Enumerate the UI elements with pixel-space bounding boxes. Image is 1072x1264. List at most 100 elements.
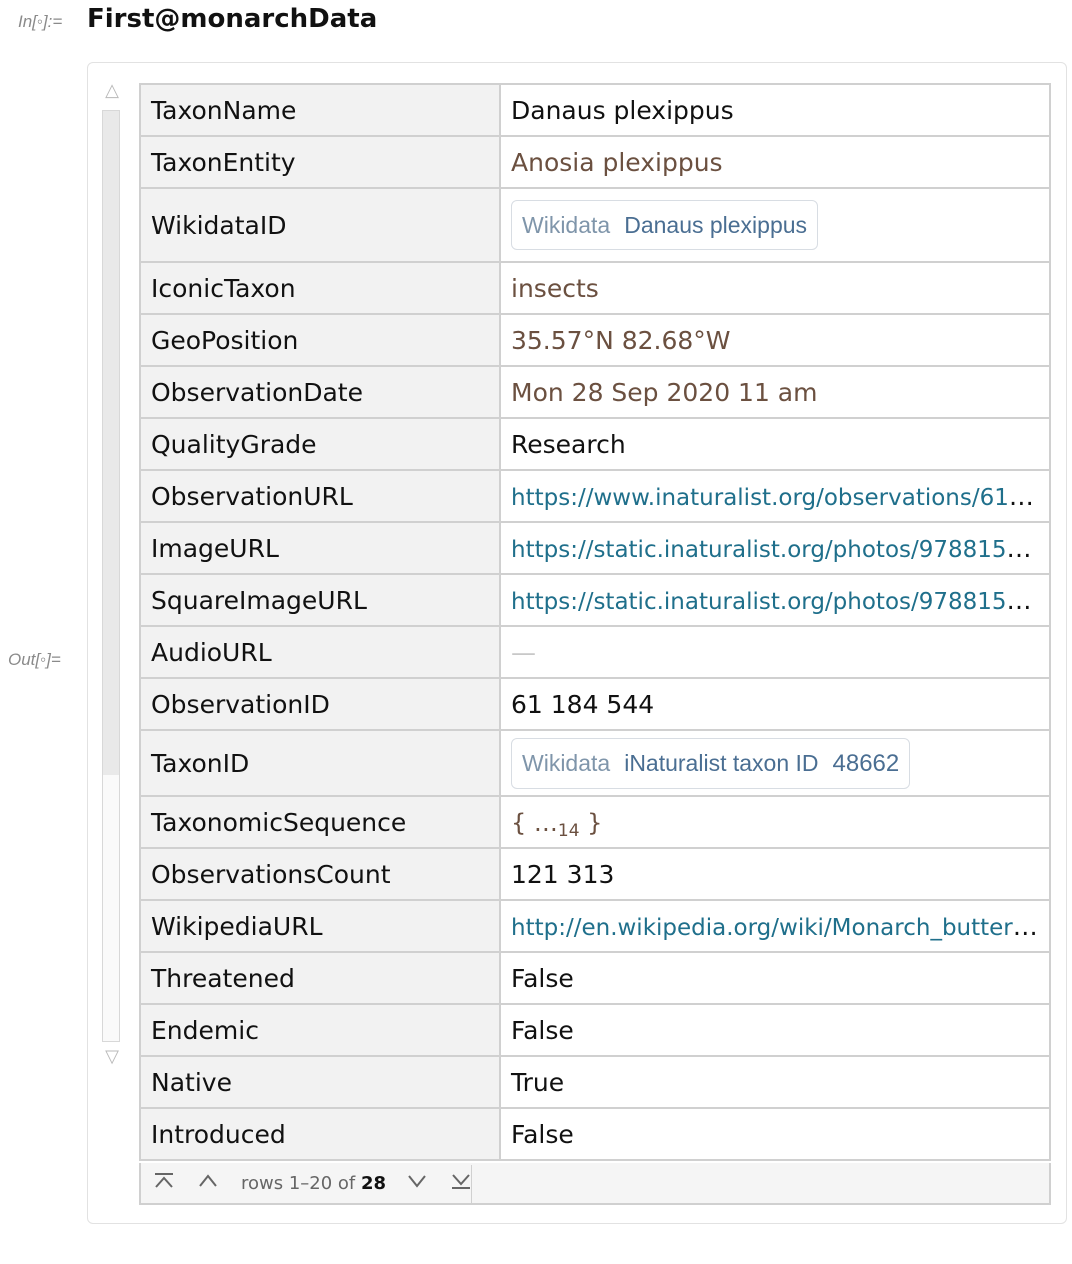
table-row: AudioURL — (139, 625, 1051, 679)
wikidata-tag: Wikidata (522, 212, 611, 238)
row-value: — (499, 625, 1051, 679)
table-row: ObservationDate Mon 28 Sep 2020 11 am (139, 365, 1051, 419)
next-page-icon[interactable] (406, 1171, 428, 1195)
row-key: ObservationURL (139, 469, 501, 523)
table-row: WikidataID Wikidata Danaus plexippus (139, 187, 1051, 263)
url-link[interactable]: https://static.inaturalist.org/photos/97… (511, 586, 1048, 615)
row-value: Anosia plexippus (499, 135, 1051, 189)
plain-value: 61 184 544 (511, 689, 655, 719)
row-value: https://static.inaturalist.org/photos/97… (499, 573, 1051, 627)
previous-page-icon[interactable] (197, 1171, 219, 1195)
row-value: Wikidata Danaus plexippus (499, 187, 1051, 263)
pagination-bar: rows 1–20 of 28 (139, 1163, 1051, 1205)
output-cell-label: Out[◦]= (8, 650, 61, 669)
plain-value: Research (511, 429, 626, 459)
vertical-scrollbar[interactable] (102, 110, 120, 1042)
row-key: ObservationID (139, 677, 501, 731)
table-row: Threatened False (139, 951, 1051, 1005)
row-key: SquareImageURL (139, 573, 501, 627)
plain-value: False (511, 1015, 574, 1045)
row-value: 35.57°N 82.68°W (499, 313, 1051, 367)
wikidata-entity-id: 48662 (832, 749, 900, 777)
table-row: ImageURL https://static.inaturalist.org/p… (139, 521, 1051, 575)
entity-value[interactable]: insects (511, 274, 599, 303)
row-key: WikidataID (139, 187, 501, 263)
wikidata-entity-box[interactable]: Wikidata iNaturalist taxon ID 48662 (511, 737, 911, 789)
row-value: { …14 } (499, 795, 1051, 849)
row-value: False (499, 1003, 1051, 1057)
row-value: insects (499, 261, 1051, 315)
row-key: Native (139, 1055, 501, 1109)
row-value: http://en.wikipedia.org/wiki/Monarch_but… (499, 899, 1051, 953)
row-value: Wikidata iNaturalist taxon ID 48662 (499, 729, 1051, 797)
row-value: Mon 28 Sep 2020 11 am (499, 365, 1051, 419)
row-value: Danaus plexippus (499, 83, 1051, 137)
row-key: IconicTaxon (139, 261, 501, 315)
row-value: 61 184 544 (499, 677, 1051, 731)
table-row: Endemic False (139, 1003, 1051, 1057)
row-value: 121 313 (499, 847, 1051, 901)
row-value: False (499, 1107, 1051, 1161)
wikidata-tag: Wikidata (522, 749, 611, 776)
row-value: https://www.inaturalist.org/observations… (499, 469, 1051, 523)
table-row: TaxonName Danaus plexippus (139, 83, 1051, 137)
row-key: TaxonName (139, 83, 501, 137)
scrollbar-thumb[interactable] (103, 111, 119, 775)
input-cell-label: In[◦]:= (18, 12, 63, 31)
first-page-icon[interactable] (153, 1171, 175, 1195)
table-row: TaxonID Wikidata iNaturalist taxon ID 48662 (139, 729, 1051, 797)
table-row: IconicTaxon insects (139, 261, 1051, 315)
last-page-icon[interactable] (450, 1171, 472, 1195)
row-key: TaxonEntity (139, 135, 501, 189)
row-key: TaxonomicSequence (139, 795, 501, 849)
row-value: Research (499, 417, 1051, 471)
url-link[interactable]: https://www.inaturalist.org/observations… (511, 482, 1048, 511)
plain-value: 121 313 (511, 859, 615, 889)
row-value: True (499, 1055, 1051, 1109)
row-value: https://static.inaturalist.org/photos/97… (499, 521, 1051, 575)
table-row: SquareImageURL https://static.inaturalist… (139, 573, 1051, 627)
row-key: WikipediaURL (139, 899, 501, 953)
entity-value[interactable]: Anosia plexippus (511, 148, 723, 177)
list-count: 14 (557, 820, 580, 841)
scroll-down-icon[interactable]: ▽ (102, 1046, 122, 1067)
table-row: Native True (139, 1055, 1051, 1109)
plain-value: False (511, 963, 574, 993)
row-key: Introduced (139, 1107, 501, 1161)
input-expression[interactable]: First@monarchData (87, 4, 377, 34)
wikidata-entity-name: Danaus plexippus (624, 212, 808, 238)
table-row: TaxonEntity Anosia plexippus (139, 135, 1051, 189)
list-close: } (579, 808, 603, 837)
plain-value: Danaus plexippus (511, 95, 734, 125)
wikidata-entity-box[interactable]: Wikidata Danaus plexippus (511, 200, 819, 250)
table-row: WikipediaURL http://en.wikipedia.org/wiki… (139, 899, 1051, 953)
entity-value[interactable]: Mon 28 Sep 2020 11 am (511, 378, 817, 407)
table-row: QualityGrade Research (139, 417, 1051, 471)
footer-divider (471, 1165, 472, 1203)
url-link[interactable]: https://static.inaturalist.org/photos/97… (511, 534, 1048, 563)
row-key: TaxonID (139, 729, 501, 797)
rows-range-label: rows 1–20 of 28 (241, 1172, 387, 1194)
row-key: Threatened (139, 951, 501, 1005)
table-row: ObservationsCount 121 313 (139, 847, 1051, 901)
row-key: GeoPosition (139, 313, 501, 367)
plain-value: False (511, 1119, 574, 1149)
list-open: { … (511, 808, 558, 837)
table-row: Introduced False (139, 1107, 1051, 1161)
scroll-up-icon[interactable]: △ (102, 80, 122, 101)
collapsed-list[interactable]: { …14 } (511, 808, 603, 841)
url-link[interactable]: http://en.wikipedia.org/wiki/Monarch_but… (511, 912, 1041, 941)
row-key: AudioURL (139, 625, 501, 679)
wikidata-entity-name: iNaturalist taxon ID (624, 749, 819, 776)
row-key: Endemic (139, 1003, 501, 1057)
row-value: False (499, 951, 1051, 1005)
entity-value[interactable]: 35.57°N 82.68°W (511, 326, 731, 355)
dataset-table: TaxonName Danaus plexippus TaxonEntity Anos… (139, 83, 1051, 1161)
rows-total: 28 (361, 1172, 387, 1194)
table-row: GeoPosition 35.57°N 82.68°W (139, 313, 1051, 367)
row-key: ObservationDate (139, 365, 501, 419)
row-key: ObservationsCount (139, 847, 501, 901)
plain-value: True (511, 1067, 565, 1097)
table-row: ObservationID 61 184 544 (139, 677, 1051, 731)
row-key: ImageURL (139, 521, 501, 575)
